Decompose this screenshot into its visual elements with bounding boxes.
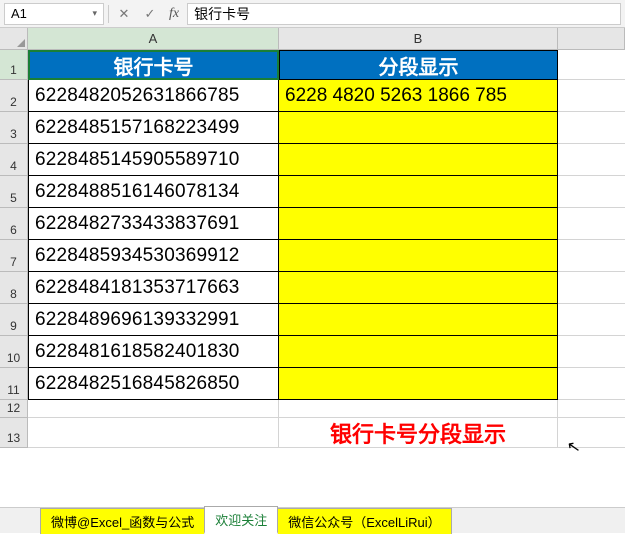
cell-segmented[interactable] xyxy=(279,240,558,272)
cell-empty xyxy=(558,80,625,112)
row-header[interactable]: 3 xyxy=(0,112,28,144)
column-header-A[interactable]: A xyxy=(28,28,279,49)
cell-segmented[interactable] xyxy=(279,144,558,176)
header-cell-A[interactable]: 银行卡号 xyxy=(28,50,279,80)
cell-empty xyxy=(558,368,625,400)
row-header[interactable]: 6 xyxy=(0,208,28,240)
mouse-cursor-icon: ↖ xyxy=(565,436,582,458)
cell-card-number[interactable]: 6228482733433837691 xyxy=(28,208,279,240)
grid-rows: 1 银行卡号 分段显示 262284820526318667856228 482… xyxy=(0,50,625,448)
row-header[interactable]: 13 xyxy=(0,418,28,448)
row-header[interactable]: 10 xyxy=(0,336,28,368)
cell-card-number[interactable]: 6228485934530369912 xyxy=(28,240,279,272)
header-cell-B[interactable]: 分段显示 xyxy=(279,50,558,80)
row-header[interactable]: 9 xyxy=(0,304,28,336)
cell-card-number[interactable]: 6228489696139332991 xyxy=(28,304,279,336)
cell-segmented[interactable] xyxy=(279,368,558,400)
cell-segmented[interactable] xyxy=(279,272,558,304)
cell-empty xyxy=(558,144,625,176)
sheet-tab[interactable]: 微博@Excel_函数与公式 xyxy=(40,508,205,534)
cell-segmented[interactable]: 6228 4820 5263 1866 785 xyxy=(279,80,558,112)
confirm-icon[interactable]: ✓ xyxy=(139,3,161,25)
row-header[interactable]: 8 xyxy=(0,272,28,304)
name-box-dropdown-icon[interactable]: ▾ xyxy=(92,8,97,19)
cell-segmented[interactable] xyxy=(279,112,558,144)
spreadsheet-grid: A B 1 银行卡号 分段显示 262284820526318667856228… xyxy=(0,28,625,507)
cell-empty xyxy=(558,176,625,208)
cell-card-number[interactable]: 6228485145905589710 xyxy=(28,144,279,176)
cell-card-number[interactable]: 6228485157168223499 xyxy=(28,112,279,144)
column-header-B[interactable]: B xyxy=(279,28,558,49)
sheet-tab-active[interactable]: 欢迎关注 xyxy=(204,506,278,534)
formula-input[interactable]: 银行卡号 xyxy=(187,3,621,25)
cell-segmented[interactable] xyxy=(279,304,558,336)
cell-segmented[interactable] xyxy=(279,176,558,208)
cell-card-number[interactable]: 6228482516845826850 xyxy=(28,368,279,400)
separator xyxy=(108,5,109,23)
name-box-value: A1 xyxy=(11,6,27,21)
cell-card-number[interactable]: 6228488516146078134 xyxy=(28,176,279,208)
cell-empty xyxy=(558,400,625,418)
row-header[interactable]: 2 xyxy=(0,80,28,112)
cell-card-number[interactable]: 6228482052631866785 xyxy=(28,80,279,112)
cell-empty xyxy=(558,112,625,144)
sheet-tabs: 微博@Excel_函数与公式 欢迎关注 微信公众号（ExcelLiRui） xyxy=(0,507,625,533)
row-header[interactable]: 7 xyxy=(0,240,28,272)
formula-bar: A1 ▾ ✕ ✓ fx 银行卡号 xyxy=(0,0,625,28)
row-header[interactable]: 1 xyxy=(0,50,28,80)
cell-segmented[interactable] xyxy=(279,208,558,240)
cell-empty xyxy=(558,336,625,368)
formula-value: 银行卡号 xyxy=(194,4,250,24)
cell-card-number[interactable]: 6228481618582401830 xyxy=(28,336,279,368)
fx-icon[interactable]: fx xyxy=(165,6,183,22)
row-header[interactable]: 12 xyxy=(0,400,28,418)
column-header-rest xyxy=(558,28,625,49)
cell-empty[interactable] xyxy=(28,418,279,448)
cell-empty[interactable] xyxy=(279,400,558,418)
row-header[interactable]: 5 xyxy=(0,176,28,208)
cell-empty xyxy=(558,272,625,304)
cell-segmented[interactable] xyxy=(279,336,558,368)
cell-empty xyxy=(558,208,625,240)
cancel-icon[interactable]: ✕ xyxy=(113,3,135,25)
cell-empty[interactable] xyxy=(28,400,279,418)
caption-text[interactable]: 银行卡号分段显示 xyxy=(279,418,558,448)
cell-card-number[interactable]: 6228484181353717663 xyxy=(28,272,279,304)
row-header[interactable]: 4 xyxy=(0,144,28,176)
column-headers: A B xyxy=(0,28,625,50)
sheet-tab[interactable]: 微信公众号（ExcelLiRui） xyxy=(277,508,451,534)
select-all-corner[interactable] xyxy=(0,28,28,49)
cell-empty xyxy=(558,240,625,272)
cell-empty xyxy=(558,304,625,336)
name-box[interactable]: A1 ▾ xyxy=(4,3,104,25)
cell-empty xyxy=(558,50,625,80)
row-header[interactable]: 11 xyxy=(0,368,28,400)
